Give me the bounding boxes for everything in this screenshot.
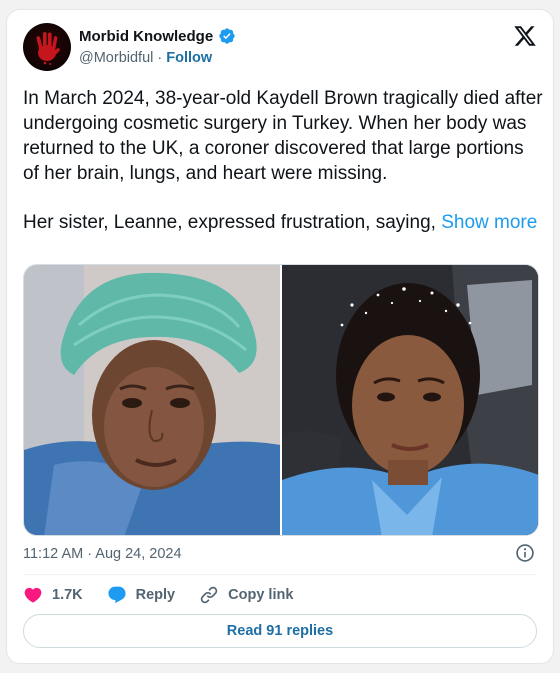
like-button[interactable]: 1.7K — [23, 585, 83, 605]
author-handle-row: @Morbidful · Follow — [79, 50, 212, 66]
verified-badge-icon — [219, 28, 235, 44]
info-icon[interactable] — [515, 543, 535, 563]
author-name-row: Morbid Knowledge — [79, 27, 236, 45]
avatar[interactable] — [23, 23, 71, 71]
photo-left[interactable] — [24, 265, 280, 535]
tweet-timestamp[interactable]: 11:12 AM · Aug 24, 2024 — [23, 546, 182, 562]
read-replies-button[interactable]: Read 91 replies — [23, 614, 537, 648]
tweet-media[interactable] — [23, 264, 539, 536]
copy-link-button[interactable]: Copy link — [199, 585, 293, 605]
tweet-paragraph-2-text: Her sister, Leanne, expressed frustratio… — [23, 212, 436, 233]
heart-icon — [24, 587, 42, 603]
reply-button[interactable]: Reply — [107, 585, 176, 605]
photo-right-illustration — [282, 265, 538, 535]
reply-bubble-icon — [108, 586, 126, 604]
tweet-actions: 1.7K Reply Copy link — [23, 584, 317, 606]
tweet-paragraph-1: In March 2024, 38-year-old Kaydell Brown… — [23, 88, 543, 184]
divider — [23, 574, 537, 575]
follow-button[interactable]: Follow — [166, 50, 212, 66]
avatar-hand-logo — [36, 32, 60, 65]
reply-label: Reply — [135, 587, 176, 603]
photo-right[interactable] — [282, 265, 538, 535]
link-icon — [200, 586, 218, 604]
show-more-link[interactable]: Show more — [441, 212, 537, 233]
tweet-paragraph-2: Her sister, Leanne, expressed frustratio… — [23, 210, 543, 235]
author-display-name[interactable]: Morbid Knowledge — [79, 28, 213, 45]
author-handle[interactable]: @Morbidful — [79, 50, 153, 66]
x-logo-icon[interactable] — [513, 24, 537, 48]
like-count: 1.7K — [52, 587, 83, 603]
photo-left-illustration — [24, 265, 280, 535]
copy-link-label: Copy link — [228, 587, 294, 603]
tweet-text: In March 2024, 38-year-old Kaydell Brown… — [23, 86, 543, 235]
handle-separator: · — [157, 50, 163, 66]
tweet-card: Morbid Knowledge @Morbidful · Follow In … — [6, 9, 554, 664]
